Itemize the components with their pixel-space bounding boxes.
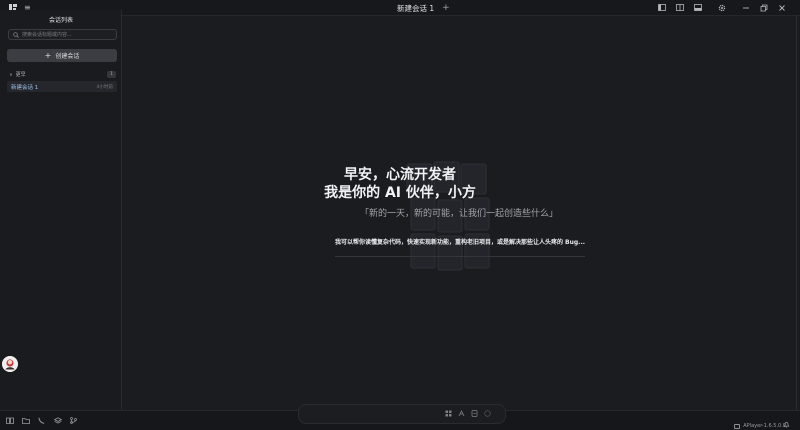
tab-title: 新建会话 1 [397,3,435,13]
search-input[interactable]: 搜索会话标题或内容... [8,29,117,40]
session-name: 新建会话 1 [11,84,39,91]
add-tab-button[interactable]: + [442,3,450,13]
gear-icon[interactable] [717,3,726,12]
session-list-item[interactable]: 新建会话 1 4小时前 [7,81,117,92]
close-icon[interactable] [777,3,786,12]
group-label: 更早 [15,72,26,78]
greeting-title: 早安，心流开发者 [344,167,456,183]
greeting-subtitle: 我是你的 AI 伙伴，小方 [324,185,476,201]
create-session-label: 创建会话 [55,53,80,60]
plus-icon: + [44,50,52,60]
phone-icon[interactable] [37,416,46,425]
grid-icon[interactable] [445,410,452,417]
group-count-badge: 1 [107,71,116,78]
create-session-button[interactable]: + 创建会话 [7,49,117,62]
bell-icon[interactable] [783,421,790,428]
assistant-description: 我可以帮你读懂复杂代码，快速实现新功能，重构老旧项目，或是解决那些让人头疼的 B… [334,239,586,246]
bottom-toolbar [5,416,78,425]
split-view-icon[interactable] [675,3,684,12]
session-group-earlier[interactable]: ∨ 更早 1 [9,70,116,79]
mention-icon[interactable] [458,410,465,417]
version-icon [734,423,741,429]
window-controls [657,3,786,12]
avatar[interactable] [2,356,18,372]
sidebar-left-icon[interactable] [657,3,666,12]
version-info: APlayer-1.6.5.0.0 [734,423,786,429]
restore-icon[interactable] [759,3,768,12]
book-icon[interactable] [5,416,14,425]
chevron-down-icon: ∨ [9,71,13,78]
greeting-quote: 「新的一天，新的可能，让我们一起创造些什么」 [359,209,558,219]
git-branch-icon[interactable] [69,416,78,425]
minimize-icon[interactable] [741,3,750,12]
layers-icon[interactable] [53,416,62,425]
search-icon [13,31,19,38]
sidebar-right-icon[interactable] [693,3,702,12]
attach-icon[interactable] [471,410,478,417]
session-time: 4小时前 [96,84,113,90]
send-icon[interactable] [484,410,491,417]
version-label: APlayer-1.6.5.0.0 [743,423,786,429]
folder-icon[interactable] [21,416,30,425]
search-placeholder: 搜索会话标题或内容... [22,32,72,38]
tab-new-session[interactable]: 新建会话 1 + [397,2,450,14]
content-divider [335,256,585,257]
composer-toolbar [445,410,491,417]
sidebar-title: 会话列表 [48,17,73,24]
